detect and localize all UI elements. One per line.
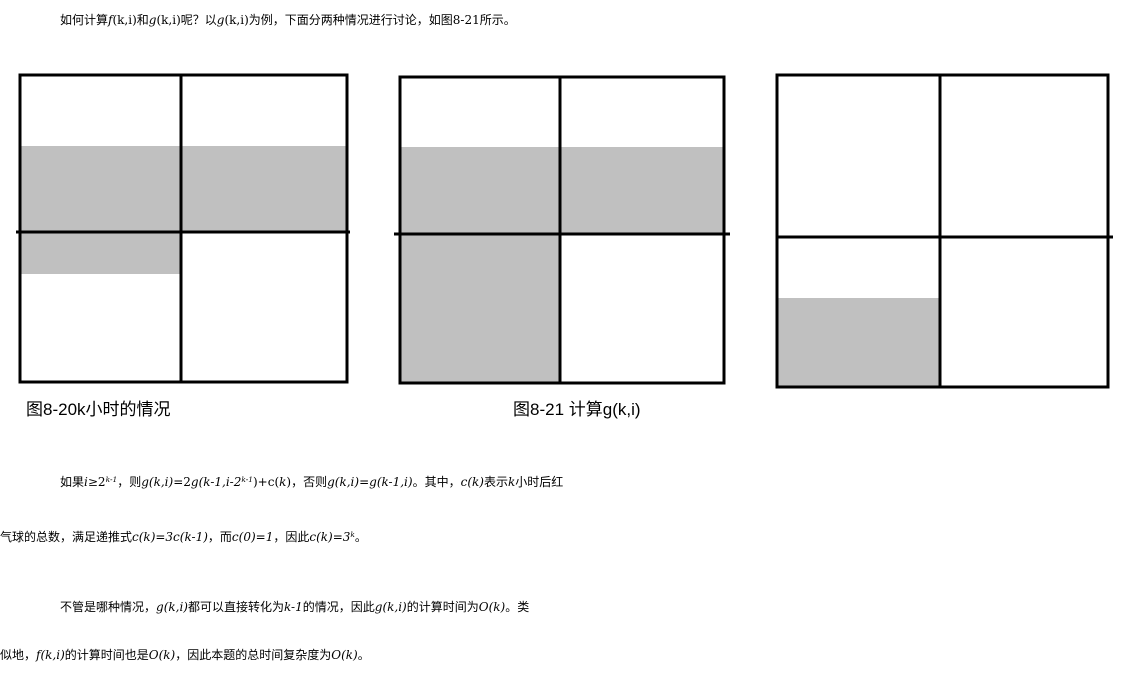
intro-text: 如何计算 xyxy=(60,13,109,27)
math-g: g(k,i) xyxy=(156,600,188,614)
math-f: f(k,i) xyxy=(36,648,65,662)
math-big-o: O(k) xyxy=(148,648,176,662)
figure-grid-right xyxy=(775,73,1113,389)
paragraph-2-line-1: 不管是哪种情况，g(k,i)都可以直接转化为k-1的情况，因此g(k,i)的计算… xyxy=(0,587,1132,627)
math-f-args: (k,i) xyxy=(112,13,137,27)
figure-caption-middle: 图8-21 计算g(k,i) xyxy=(513,400,641,419)
text: 的计算时间也是 xyxy=(64,648,149,662)
math-ck: c(k) xyxy=(460,475,484,489)
math-g-args: (k,i) xyxy=(156,13,181,27)
math-initial: c(0)=1 xyxy=(231,530,274,544)
math-g: g xyxy=(141,475,149,489)
math-args: (k-1,i-2 xyxy=(198,475,242,489)
shaded-block-lower-left xyxy=(400,234,560,382)
math-g: g xyxy=(190,475,199,489)
math-args: )+c( xyxy=(252,475,280,489)
text: 不管是哪种情况， xyxy=(60,600,157,614)
text: 都可以直接转化为 xyxy=(187,600,284,614)
intro-line: 如何计算f(k,i)和g(k,i)呢？以g(k,i)为例，下面分两种情况进行讨论… xyxy=(0,0,1132,40)
text: 的情况，因此 xyxy=(302,600,375,614)
math-g-args: (k,i) xyxy=(224,13,249,27)
text: 表示 xyxy=(483,475,508,489)
text: 。类 xyxy=(505,600,530,614)
text: ，则 xyxy=(117,475,142,489)
text: 似地， xyxy=(0,648,37,662)
shaded-band-upper xyxy=(20,146,347,232)
math-eq: =2 xyxy=(173,475,191,489)
math-equation: g(k,i)=g(k-1,i) xyxy=(327,475,413,489)
paragraph-2-line-2: 似地，f(k,i)的计算时间也是O(k)，因此本题的总时间复杂度为O(k)。 xyxy=(0,635,1132,675)
math-g: g(k,i) xyxy=(374,600,407,614)
math-ge: ≥2 xyxy=(87,475,106,489)
paragraph-1-line-1: 如果i≥2k-1，则g(k,i)=2g(k-1,i-2k-1)+c(k)，否则g… xyxy=(0,462,1132,502)
math-exponent: k-1 xyxy=(105,474,118,484)
figure-grid-left xyxy=(16,73,350,384)
math-args: (k,i) xyxy=(148,475,174,489)
intro-text: 为例，下面分两种情况进行讨论，如图 xyxy=(248,13,453,27)
text: 。其中， xyxy=(412,475,461,489)
math-k-minus-1: k-1 xyxy=(284,600,303,614)
shaded-band-lower xyxy=(20,232,181,274)
intro-text: 和 xyxy=(136,13,149,27)
intro-text: 呢？以 xyxy=(180,13,217,27)
math-recurrence: c(k)=3c(k-1) xyxy=(132,530,208,544)
text: 。 xyxy=(357,648,370,662)
figure-grid-middle xyxy=(394,75,730,385)
shaded-band-upper xyxy=(400,147,724,234)
text: ，否则 xyxy=(291,475,328,489)
text: ，因此本题的总时间复杂度为 xyxy=(175,648,332,662)
text: 气球的总数，满足递推式 xyxy=(0,530,133,544)
math-closed-form: c(k)=3 xyxy=(309,530,351,544)
text: ，而 xyxy=(207,530,232,544)
text: 如果 xyxy=(60,475,85,489)
math-exponent: k-1 xyxy=(241,474,253,484)
math-big-o: O(k) xyxy=(478,600,506,614)
shaded-block-lower-left xyxy=(777,298,940,386)
figure-reference: 8-21 xyxy=(452,13,480,27)
figure-caption-left: 图8-20k小时的情况 xyxy=(26,400,171,419)
intro-text: 所示。 xyxy=(479,13,516,27)
text: 小时后红 xyxy=(515,475,564,489)
text: ，因此 xyxy=(273,530,310,544)
text: 的计算时间为 xyxy=(406,600,479,614)
text: 。 xyxy=(354,530,367,544)
paragraph-1-line-2: 气球的总数，满足递推式c(k)=3c(k-1)，而c(0)=1，因此c(k)=3… xyxy=(0,517,1132,557)
math-big-o: O(k) xyxy=(331,648,358,662)
